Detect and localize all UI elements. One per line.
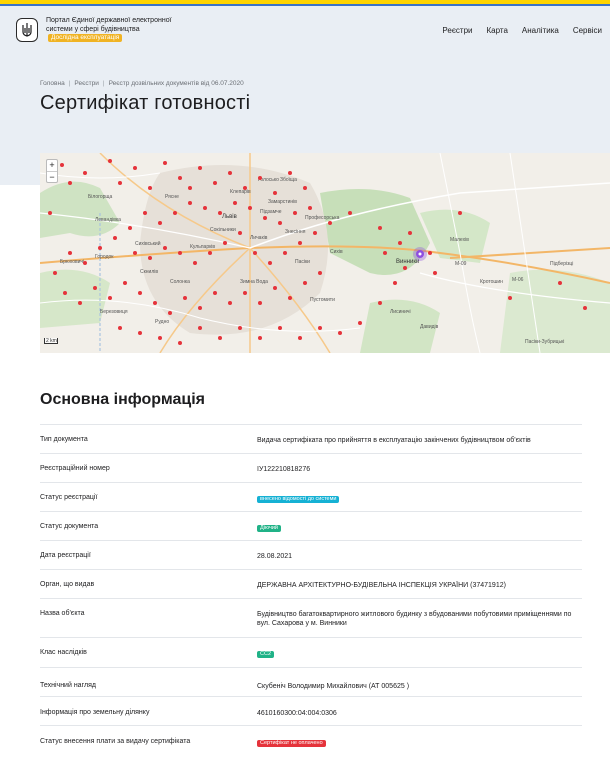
svg-text:Городок: Городок [95, 254, 114, 260]
page-title: Сертифікат готовності [40, 92, 251, 114]
svg-text:Пустомити: Пустомити [310, 297, 335, 303]
info-label: Тип документа [40, 436, 88, 443]
info-value: Діючий [257, 523, 577, 532]
portal-brand[interactable]: Портал Єдиної державної електронної сист… [46, 17, 186, 43]
breadcrumb-current: Реєстр дозвільних документів від 06.07.2… [108, 80, 244, 87]
info-value: Видача сертифіката про прийняття в експл… [257, 437, 531, 444]
map-canvas[interactable]: Білогорща Левандівка Сихівський Рясне Го… [40, 153, 610, 353]
info-row-doc-status: Статус документа Діючий [40, 511, 582, 540]
svg-text:М-06: М-06 [512, 277, 524, 283]
info-label: Статус документа [40, 523, 99, 530]
info-row-doc-type: Тип документа Видача сертифіката про при… [40, 424, 582, 453]
svg-text:Пасіки-Зубрицькі: Пасіки-Зубрицькі [525, 339, 564, 345]
svg-text:Замарстинів: Замарстинів [268, 199, 297, 205]
info-label: Реєстраційний номер [40, 465, 110, 472]
info-row-land-plot: Інформація про земельну ділянку 46101603… [40, 696, 582, 725]
info-value: внесено відомості до системи [257, 494, 577, 503]
svg-text:Зимна Вода: Зимна Вода [240, 279, 268, 285]
breadcrumb-separator: | [68, 80, 71, 87]
svg-text:Березовиця: Березовиця [100, 309, 128, 315]
svg-text:Давидів: Давидів [420, 324, 439, 330]
svg-text:Лисиничі: Лисиничі [390, 309, 411, 315]
info-value: 28.08.2021 [257, 553, 293, 560]
status-badge: Діючий [257, 525, 281, 532]
svg-text:М-09: М-09 [455, 261, 467, 267]
info-row-consequence-class: Клас наслідків СС2 [40, 637, 582, 667]
svg-text:Збоїща: Збоїща [280, 177, 297, 183]
info-row-payment-status: Статус внесення плати за видачу сертифік… [40, 725, 582, 755]
map-zoom-control: + − [46, 159, 58, 183]
svg-text:Знесіння: Знесіння [285, 229, 306, 235]
svg-text:Білогорща: Білогорща [88, 194, 113, 200]
info-value: Сертифікат не оплачено [257, 738, 577, 747]
svg-text:Кротошин: Кротошин [480, 279, 503, 285]
section-title-main-info: Основна інформація [40, 391, 205, 408]
site-header: Портал Єдиної державної електронної сист… [0, 0, 610, 52]
info-label: Орган, що видав [40, 581, 95, 588]
svg-text:Сокільники: Сокільники [210, 227, 236, 233]
info-row-object-name: Назва об'єкта Будівництво багатоквартирн… [40, 598, 582, 637]
info-value: Скубеніч Володимир Михайлович (АТ 005625… [257, 683, 410, 690]
svg-text:Брюховичі: Брюховичі [60, 259, 84, 265]
info-label: Клас наслідків [40, 649, 87, 656]
info-label: Дата реєстрації [40, 552, 91, 559]
info-label: Інформація про земельну ділянку [40, 709, 150, 716]
info-label: Технічний нагляд [40, 682, 96, 689]
svg-text:Сихівський: Сихівський [135, 240, 161, 247]
svg-text:Рясне: Рясне [165, 194, 179, 200]
svg-text:Личаків: Личаків [250, 235, 268, 241]
breadcrumb-registries[interactable]: Реєстри [74, 80, 98, 87]
svg-text:Винники: Винники [396, 259, 419, 265]
zoom-in-button[interactable]: + [47, 160, 57, 171]
info-row-technical-supervision: Технічний нагляд Скубеніч Володимир Миха… [40, 667, 582, 696]
status-badge: внесено відомості до системи [257, 496, 340, 503]
nav-services[interactable]: Сервіси [573, 26, 602, 35]
svg-text:Професорська: Професорська [305, 215, 340, 221]
svg-text:Кульпарків: Кульпарків [190, 244, 215, 250]
info-label: Статус внесення плати за видачу сертифік… [40, 738, 191, 745]
payment-badge: Сертифікат не оплачено [257, 740, 326, 747]
svg-text:Рудно: Рудно [155, 319, 169, 325]
svg-text:Сихів: Сихів [330, 249, 343, 255]
info-row-issuer: Орган, що видав ДЕРЖАВНА АРХІТЕКТУРНО-БУ… [40, 569, 582, 598]
main-nav: Реєстри Карта Аналітика Сервіси [442, 26, 602, 35]
svg-text:Левандівка: Левандівка [95, 217, 121, 223]
map-view[interactable]: Білогорща Левандівка Сихівський Рясне Го… [40, 153, 610, 353]
svg-text:Малехів: Малехів [450, 237, 469, 243]
nav-registries[interactable]: Реєстри [442, 26, 472, 35]
info-value: ІУ122210818276 [257, 466, 311, 473]
nav-map[interactable]: Карта [487, 26, 508, 35]
trident-logo-icon[interactable] [16, 18, 38, 42]
header-accent-line [0, 4, 610, 6]
info-value: Будівництво багатоквартирного житлового … [257, 611, 572, 627]
svg-text:Скнилів: Скнилів [140, 269, 158, 275]
svg-text:Солонка: Солонка [170, 279, 190, 285]
class-badge: СС2 [257, 651, 275, 658]
breadcrumb-separator: | [102, 80, 105, 87]
info-row-reg-status: Статус реєстрації внесено відомості до с… [40, 482, 582, 511]
beta-badge: Дослідна експлуатація [48, 34, 123, 42]
breadcrumb-home[interactable]: Головна [40, 80, 65, 87]
svg-text:Підзамче: Підзамче [260, 209, 282, 215]
info-value: СС2 [257, 649, 577, 658]
svg-text:Підберізці: Підберізці [550, 261, 573, 267]
svg-text:Львів: Львів [222, 214, 237, 220]
info-value: 4610160300:04:004:0306 [257, 710, 337, 717]
zoom-out-button[interactable]: − [47, 171, 57, 182]
breadcrumb: Головна | Реєстри | Реєстр дозвільних до… [40, 80, 244, 87]
info-label: Статус реєстрації [40, 494, 98, 501]
info-label: Назва об'єкта [40, 610, 85, 617]
svg-text:Пасіки: Пасіки [295, 259, 310, 265]
brand-text: Портал Єдиної державної електронної сист… [46, 17, 172, 33]
info-value: ДЕРЖАВНА АРХІТЕКТУРНО-БУДІВЕЛЬНА ІНСПЕКЦ… [257, 582, 506, 589]
map-scale: 2 km [44, 338, 58, 344]
svg-text:Клепарів: Клепарів [230, 189, 251, 195]
info-row-reg-date: Дата реєстрації 28.08.2021 [40, 540, 582, 569]
selected-object-marker [413, 247, 427, 261]
nav-analytics[interactable]: Аналітика [522, 26, 559, 35]
info-row-reg-number: Реєстраційний номер ІУ122210818276 [40, 453, 582, 482]
